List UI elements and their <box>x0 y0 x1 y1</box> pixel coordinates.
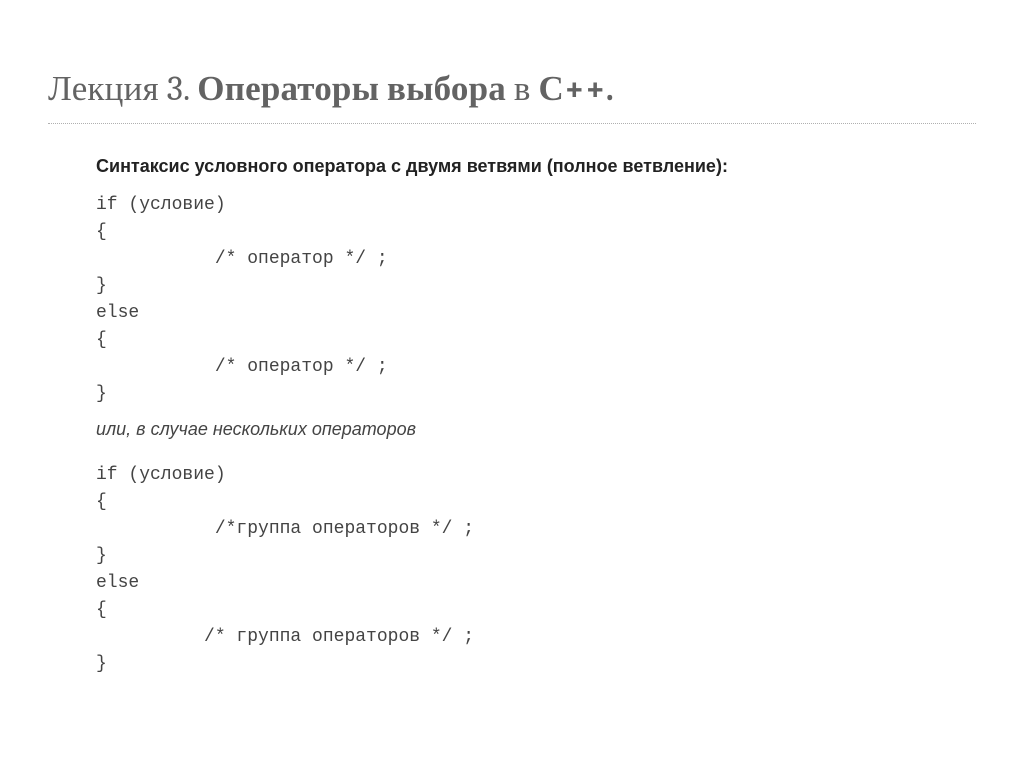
title-bold-1: Операторы выбора <box>197 68 506 109</box>
section-subtitle: Синтаксис условного оператора с двумя ве… <box>96 154 816 178</box>
title-mid: в <box>506 68 539 109</box>
title-prefix: Лекция 3. <box>48 68 197 109</box>
code-block-2: if (условие) { /*группа операторов */ ; … <box>96 462 816 678</box>
code-block-1: if (условие) { /* оператор */ ; } else {… <box>96 192 816 408</box>
content-note: или, в случае нескольких операторов <box>96 416 816 444</box>
slide-title: Лекция 3. Операторы выбора в С++. <box>48 68 976 124</box>
slide-content: Синтаксис условного оператора с двумя ве… <box>96 154 816 678</box>
title-bold-2: С++. <box>538 68 614 109</box>
